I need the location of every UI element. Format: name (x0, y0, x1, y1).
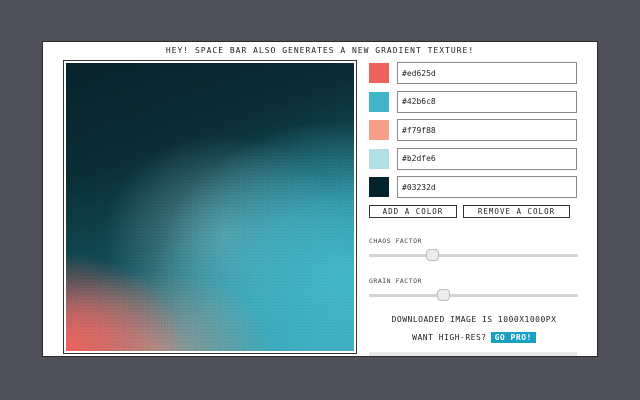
color-row-5 (369, 176, 579, 198)
color-hex-input[interactable] (397, 176, 577, 198)
color-hex-input[interactable] (397, 62, 577, 84)
grain-factor-label: GRAIN FACTOR (369, 276, 422, 285)
color-hex-input[interactable] (397, 119, 577, 141)
color-row-2 (369, 90, 579, 113)
color-swatch[interactable] (369, 63, 389, 83)
remove-color-button[interactable]: REMOVE A COLOR (463, 204, 570, 218)
slider-thumb[interactable] (426, 248, 439, 261)
want-high-res-text: WANT HIGH-RES? (412, 332, 487, 342)
color-row-1 (369, 62, 579, 84)
chaos-factor-slider[interactable] (369, 248, 579, 262)
slider-track[interactable] (369, 293, 578, 297)
color-row-4 (369, 147, 579, 170)
gradient-generator-app: HEY! SPACE BAR ALSO GENERATES A NEW GRAD… (42, 41, 598, 357)
go-pro-button[interactable]: GO PRO! (490, 331, 536, 343)
add-color-button[interactable]: ADD A COLOR (369, 204, 457, 218)
color-swatch[interactable] (369, 91, 389, 112)
download-size-info: DOWNLOADED IMAGE IS 1000X1000PX (391, 314, 557, 324)
color-hex-input[interactable] (397, 90, 577, 113)
controls-panel: ADD A COLOR REMOVE A COLOR CHAOS FACTOR … (369, 62, 579, 343)
color-row-3 (369, 119, 579, 141)
chaos-factor-label: CHAOS FACTOR (369, 236, 422, 245)
color-swatch[interactable] (369, 120, 389, 140)
slider-track[interactable] (369, 253, 578, 257)
gradient-preview-frame (63, 60, 357, 354)
grain-factor-slider[interactable] (369, 288, 579, 302)
color-buttons: ADD A COLOR REMOVE A COLOR (369, 204, 579, 219)
color-swatch[interactable] (369, 177, 389, 197)
bottom-scroll-bar (369, 352, 577, 356)
color-hex-input[interactable] (397, 147, 577, 170)
color-swatch[interactable] (369, 148, 389, 169)
high-res-prompt: WANT HIGH-RES? GO PRO! (369, 331, 579, 343)
gradient-preview[interactable] (66, 63, 354, 351)
tip-banner: HEY! SPACE BAR ALSO GENERATES A NEW GRAD… (165, 46, 475, 55)
slider-thumb[interactable] (436, 288, 450, 301)
